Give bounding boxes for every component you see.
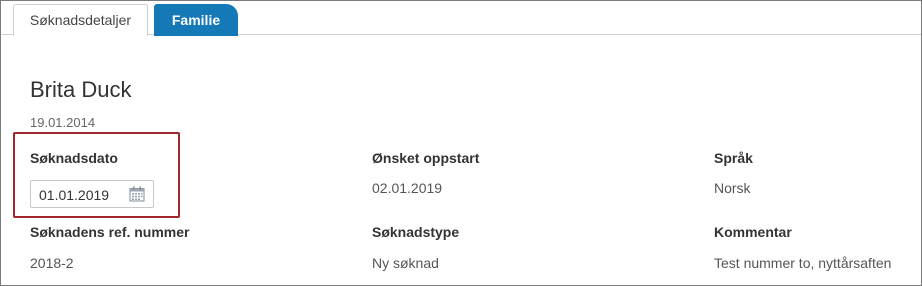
application-date-input[interactable]: 01.01.2019 <box>30 180 154 208</box>
tab-familie[interactable]: Familie <box>154 4 238 36</box>
applicant-name: Brita Duck <box>30 77 132 102</box>
language-label: Språk <box>714 150 753 166</box>
application-type-label: Søknadstype <box>372 224 460 240</box>
application-panel: Søknadsdetaljer Familie Brita Duck 19.01… <box>0 0 922 286</box>
applicant-birth-date: 19.01.2014 <box>30 115 96 130</box>
language-value: Norsk <box>714 180 751 196</box>
application-date-label: Søknadsdato <box>30 150 118 166</box>
application-type-value: Ny søknad <box>372 255 439 271</box>
ref-number-value: 2018-2 <box>30 255 74 271</box>
tab-soknadsdetaljer[interactable]: Søknadsdetaljer <box>13 4 148 36</box>
application-date-value: 01.01.2019 <box>39 187 110 203</box>
calendar-icon[interactable] <box>129 186 145 202</box>
comment-label: Kommentar <box>714 224 792 240</box>
ref-number-label: Søknadens ref. nummer <box>30 224 190 240</box>
tab-bar: Søknadsdetaljer Familie <box>2 2 921 36</box>
comment-value: Test nummer to, nyttårsaften <box>714 255 892 271</box>
desired-start-label: Ønsket oppstart <box>372 150 480 166</box>
desired-start-value: 02.01.2019 <box>372 180 443 196</box>
